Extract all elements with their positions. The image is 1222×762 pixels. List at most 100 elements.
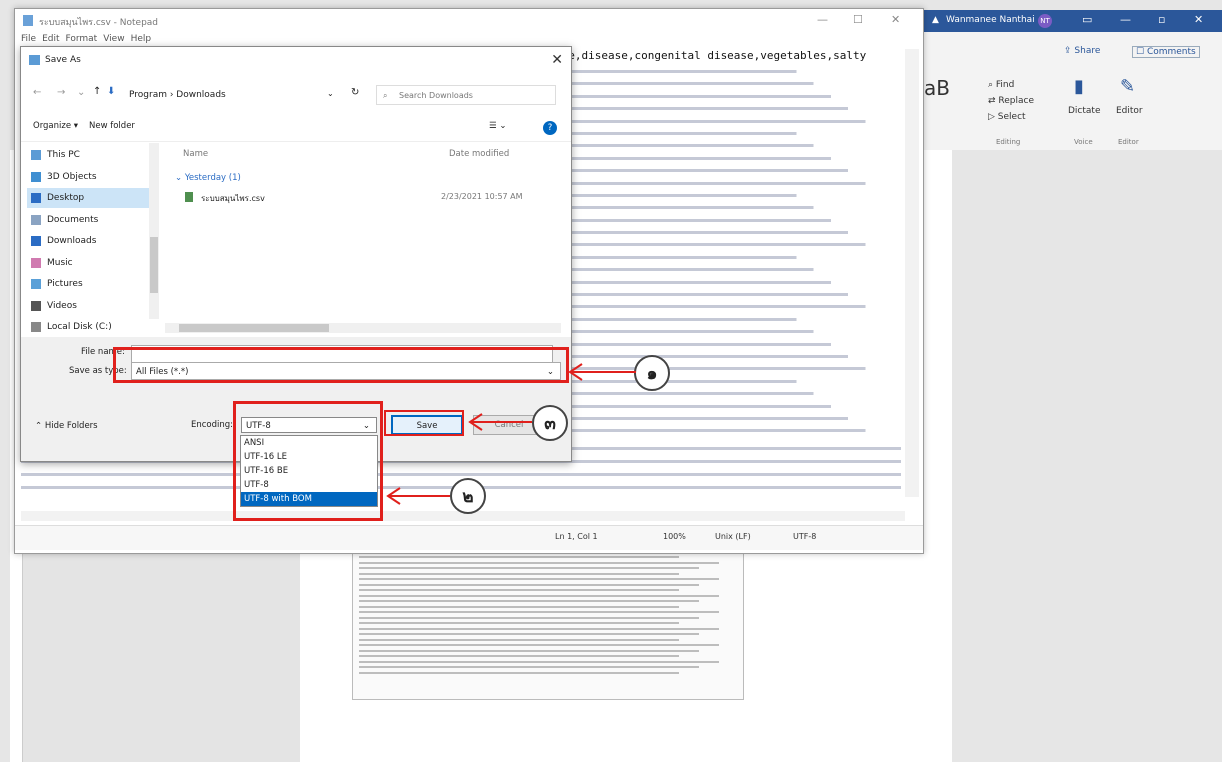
share-label: Share: [1074, 46, 1101, 56]
restore-icon[interactable]: ▫: [1158, 13, 1165, 26]
sidebar-item[interactable]: Downloads: [27, 231, 153, 251]
sidebar-item[interactable]: Local Disk (C:): [27, 317, 153, 337]
column-date-modified[interactable]: Date modified: [449, 149, 509, 159]
csv-line-placeholder: [555, 312, 900, 326]
organize-button[interactable]: Organize ▾: [33, 121, 78, 131]
ribbon-display-icon[interactable]: ▭: [1082, 13, 1092, 26]
search-input[interactable]: ⌕ Search Downloads: [376, 85, 556, 105]
avatar[interactable]: NT: [1038, 14, 1052, 28]
menu-help[interactable]: Help: [131, 34, 152, 44]
minimize-icon[interactable]: —: [1120, 13, 1131, 26]
thumbnail-line: [359, 561, 719, 564]
close-icon[interactable]: ✕: [891, 13, 900, 26]
close-icon[interactable]: ✕: [1194, 13, 1203, 26]
refresh-icon[interactable]: ↻: [351, 87, 359, 98]
up-icon[interactable]: ↑: [93, 86, 101, 97]
editor-group-label: Editor: [1118, 138, 1139, 146]
save-as-dialog: Save As ✕ ← → ⌄ ↑ ⬇ Program › Downloads …: [20, 46, 572, 462]
styles-sample[interactable]: aB: [924, 76, 950, 100]
close-icon[interactable]: ✕: [551, 52, 563, 68]
arrow-one: [568, 363, 636, 381]
menu-edit[interactable]: Edit: [42, 34, 59, 44]
thumbnail-line: [359, 622, 679, 624]
sidebar-item[interactable]: Videos: [27, 296, 153, 316]
word-user-name: Wanmanee Nanthai: [946, 15, 1035, 25]
chevron-down-icon[interactable]: ⌄: [327, 89, 334, 98]
view-options-icon[interactable]: ☰ ⌄: [489, 121, 506, 131]
sidebar-item[interactable]: This PC: [27, 145, 153, 165]
notepad-text-area[interactable]: ine,disease,congenital disease,vegetable…: [555, 49, 900, 509]
menu-format[interactable]: Format: [66, 34, 98, 44]
sidebar-item-label: Downloads: [47, 236, 97, 246]
arrow-three: [468, 413, 532, 431]
new-folder-button[interactable]: New folder: [89, 121, 135, 131]
editor-button[interactable]: Editor: [1116, 106, 1143, 116]
folder-icon: [31, 150, 41, 160]
vertical-scrollbar[interactable]: [905, 49, 919, 497]
csv-line-placeholder: [555, 263, 900, 276]
csv-line-placeholder: [555, 188, 900, 202]
minimize-icon[interactable]: —: [817, 13, 828, 26]
find-button[interactable]: ⌕ Find: [988, 80, 1014, 90]
notepad-icon: [23, 15, 33, 26]
sidebar-item-label: Desktop: [47, 193, 85, 203]
sidebar-item[interactable]: Pictures: [27, 274, 153, 294]
highlight-save-button: [384, 410, 464, 436]
navigation-scroll-thumb[interactable]: [150, 237, 158, 293]
sidebar-item[interactable]: Music: [27, 253, 153, 273]
column-name[interactable]: Name: [183, 149, 208, 159]
notepad-titlebar: ระบบสมุนไพร.csv - Notepad — ☐ ✕: [15, 9, 923, 33]
csv-line-placeholder: [555, 213, 900, 227]
csv-line-placeholder: [555, 238, 900, 251]
save-as-icon: [29, 55, 40, 65]
sidebar-item[interactable]: 3D Objects: [27, 167, 153, 187]
csv-line-placeholder: [555, 89, 900, 103]
sidebar-item-label: Documents: [47, 214, 99, 225]
maximize-icon[interactable]: ☐: [853, 13, 863, 26]
thumbnail-line: [359, 578, 719, 580]
sidebar-item-label: Music: [47, 257, 73, 268]
csv-line-placeholder: [555, 300, 900, 313]
group-header[interactable]: ⌄ Yesterday (1): [175, 173, 241, 183]
forward-icon[interactable]: →: [57, 87, 65, 98]
downloads-icon: ⬇: [107, 86, 116, 97]
dialog-titlebar: Save As ✕: [21, 47, 571, 75]
folder-icon: [31, 322, 41, 332]
csv-line-placeholder: [555, 411, 900, 425]
callout-two: ๒: [450, 478, 486, 514]
document-margin-area: [952, 150, 1222, 762]
sidebar-item[interactable]: Documents: [27, 210, 153, 230]
csv-line-placeholder: [555, 201, 900, 214]
csv-line-placeholder: [555, 288, 900, 301]
callout-three: ๓: [532, 405, 568, 441]
file-row[interactable]: ระบบสมุนไพร.csv 2/23/2021 10:57 AM: [173, 189, 558, 207]
thumbnail-line: [359, 633, 699, 635]
file-list-scroll-thumb[interactable]: [179, 324, 329, 332]
dialog-title: Save As: [45, 55, 81, 65]
csv-line-placeholder: [555, 424, 900, 437]
csv-line-placeholder: [555, 325, 900, 338]
dictate-button[interactable]: Dictate: [1068, 106, 1101, 116]
sidebar-item-label: Pictures: [47, 279, 83, 289]
thumbnail-line: [359, 655, 679, 657]
help-icon[interactable]: ?: [543, 121, 557, 135]
sidebar-item[interactable]: Desktop: [27, 188, 153, 208]
hide-folders-button[interactable]: ⌃ Hide Folders: [35, 421, 98, 431]
csv-line-placeholder: [555, 250, 900, 264]
select-button[interactable]: ▷ Select: [988, 112, 1026, 122]
file-date: 2/23/2021 10:57 AM: [441, 192, 523, 201]
csv-line-placeholder: [555, 77, 900, 90]
recent-locations-icon[interactable]: ⌄: [77, 87, 85, 98]
share-button[interactable]: ⇪ Share: [1064, 46, 1100, 56]
search-placeholder: Search Downloads: [399, 91, 473, 100]
thumbnail-line: [359, 594, 719, 597]
csv-line-placeholder: [555, 176, 900, 189]
menu-file[interactable]: File: [21, 34, 36, 44]
arrow-two: [386, 487, 450, 505]
comments-button[interactable]: ☐ Comments: [1132, 46, 1200, 58]
replace-button[interactable]: ⇄ Replace: [988, 96, 1034, 106]
back-icon[interactable]: ←: [33, 87, 41, 98]
menu-view[interactable]: View: [103, 34, 124, 44]
highlight-save-type: [113, 347, 569, 383]
file-encoding: UTF-8: [793, 532, 817, 541]
